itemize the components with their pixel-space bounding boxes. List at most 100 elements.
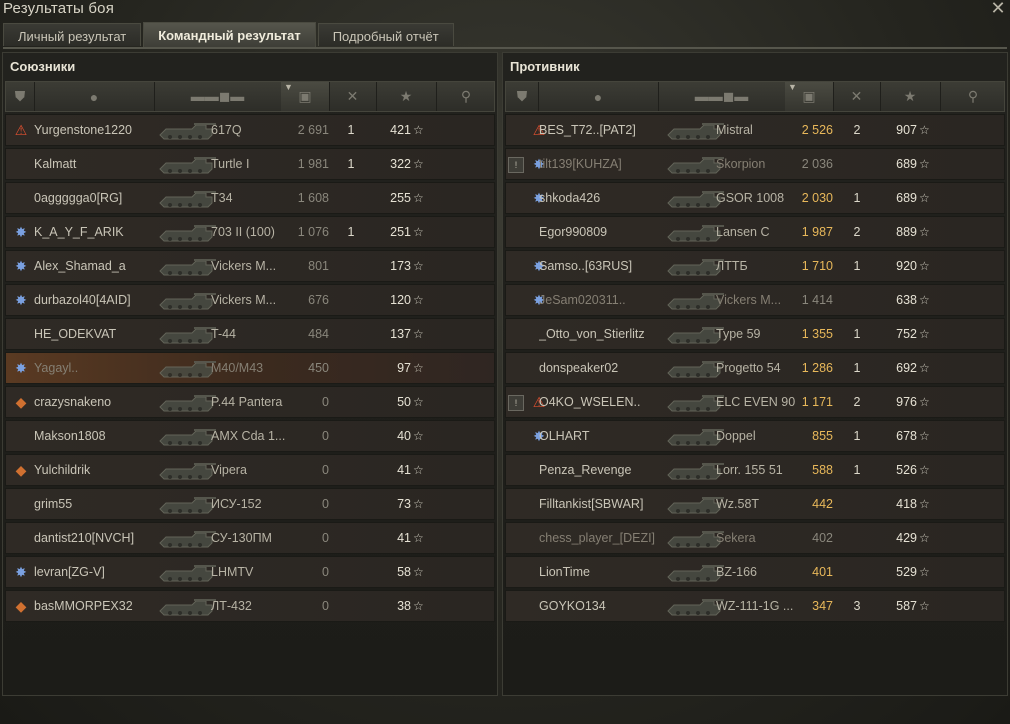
table-row[interactable]: grim55 ИСУ-152 0 73 ☆	[5, 488, 495, 520]
enemies-panel: Противник ⛊ ● ▬▬◼▬ ▼ ▣ ✕ ★ ⚲ ⚠ BES_T72..[P…	[502, 52, 1008, 696]
table-row[interactable]: ✸ OLHART Doppel 855 1 678 ☆	[505, 420, 1005, 452]
tank-name: LHMTV	[211, 565, 254, 579]
table-row[interactable]: ✸ durbazol40[4AID] Vickers M... 676 120 ☆	[5, 284, 495, 316]
enemies-table-header: ⛊ ● ▬▬◼▬ ▼ ▣ ✕ ★ ⚲	[505, 81, 1005, 112]
table-row[interactable]: 0aggggga0[RG] T34 1 608 255 ☆	[5, 182, 495, 214]
player-column-header[interactable]: ●	[538, 82, 659, 111]
tank-icon: ▬▬◼▬	[694, 88, 749, 104]
tank-icon	[156, 593, 216, 619]
table-row[interactable]: ✸ JeSam020311.. Vickers M... 1 414 638 ☆	[505, 284, 1005, 316]
player-column-header[interactable]: ●	[34, 82, 155, 111]
kills-value	[336, 523, 366, 553]
table-row[interactable]: chess_player_[DEZI] Sekera 402 429 ☆	[505, 522, 1005, 554]
damage-column-header[interactable]: ▼ ▣	[281, 82, 330, 111]
player-name: O4KO_WSELEN..	[539, 395, 641, 409]
tank-name: 617Q	[211, 123, 242, 137]
table-row[interactable]: _Otto_von_Stierlitz Type 59 1 355 1 752 ☆	[505, 318, 1005, 350]
damage-icon: ▣	[802, 88, 816, 104]
player-name: OLHART	[539, 429, 590, 443]
tank-column-header[interactable]: ▬▬◼▬	[658, 82, 786, 111]
table-row[interactable]: LionTime BZ-166 401 529 ☆	[505, 556, 1005, 588]
table-row[interactable]: ! ⚠ O4KO_WSELEN.. ELC EVEN 90 1 171 2 976 ☆	[505, 386, 1005, 418]
tank-icon	[156, 151, 216, 177]
xp-column-header[interactable]: ★	[376, 82, 437, 111]
tank-icon	[156, 525, 216, 551]
kills-column-header[interactable]: ✕	[329, 82, 377, 111]
table-row[interactable]: ! ✸ tilt139[KUHZA] Skorpion 2 036 689 ☆	[505, 148, 1005, 180]
player-icon: ●	[593, 88, 603, 105]
kills-value	[336, 591, 366, 621]
table-row[interactable]: ◆ crazysnakeno P.44 Pantera 0 50 ☆	[5, 386, 495, 418]
tank-icon	[156, 321, 216, 347]
table-row[interactable]: ✸ Yagayl.. M40/M43 450 97 ☆	[5, 352, 495, 384]
xp-value: 889	[896, 225, 917, 239]
table-row[interactable]: ◆ basMMORPEX32 ЛТ-432 0 38 ☆	[5, 590, 495, 622]
table-row[interactable]: Egor990809 Lansen C 1 987 2 889 ☆	[505, 216, 1005, 248]
window-title: Результаты боя	[3, 0, 115, 17]
medal-icon: ⚲	[460, 88, 472, 104]
squad-column-header[interactable]: ⛊	[6, 82, 35, 111]
xp-column-header[interactable]: ★	[880, 82, 941, 111]
table-row[interactable]: ⚠ Yurgenstone1220 617Q 2 691 1 421 ☆	[5, 114, 495, 146]
table-row[interactable]: Penza_Revenge Lorr. 155 51 588 1 526 ☆	[505, 454, 1005, 486]
table-row[interactable]: donspeaker02 Progetto 54 1 286 1 692 ☆	[505, 352, 1005, 384]
player-name: GOYKO134	[539, 599, 606, 613]
table-row[interactable]: HE_ODEKVAT T-44 484 137 ☆	[5, 318, 495, 350]
player-name: chess_player_[DEZI]	[539, 531, 656, 545]
kills-value	[842, 285, 872, 315]
tank-column-header[interactable]: ▬▬◼▬	[154, 82, 282, 111]
squad-icon: ⛊	[14, 88, 26, 104]
star-icon: ☆	[919, 191, 930, 205]
table-row[interactable]: ✸ Alex_Shamad_a Vickers M... 801 173 ☆	[5, 250, 495, 282]
xp-value: 137	[390, 327, 411, 341]
table-row[interactable]: ✸ Samso..[63RUS] ЛТТБ 1 710 1 920 ☆	[505, 250, 1005, 282]
tank-icon	[664, 321, 724, 347]
close-icon[interactable]: ✕	[989, 0, 1007, 18]
table-row[interactable]: ⚠ BES_T72..[PAT2] Mistral 2 526 2 907 ☆	[505, 114, 1005, 146]
star-icon: ☆	[413, 531, 424, 545]
kills-value	[336, 251, 366, 281]
table-row[interactable]: dantist210[NVCH] СУ-130ПМ 0 41 ☆	[5, 522, 495, 554]
tank-icon	[156, 457, 216, 483]
player-name: donspeaker02	[539, 361, 619, 375]
tab-detailed-report[interactable]: Подробный отчёт	[317, 23, 454, 46]
tank-icon	[664, 219, 724, 245]
damage-value: 1 981	[297, 157, 329, 171]
tank-name: Wz.58T	[716, 497, 760, 511]
squad-column-header[interactable]: ⛊	[506, 82, 539, 111]
star-icon: ☆	[919, 429, 930, 443]
tank-name: Vickers M...	[211, 293, 277, 307]
table-row[interactable]: Filltankist[SBWAR] Wz.58T 442 418 ☆	[505, 488, 1005, 520]
table-row[interactable]: ✸ shkoda426 GSOR 1008 2 030 1 689 ☆	[505, 182, 1005, 214]
xp-value: 429	[896, 531, 917, 545]
tank-name: ELC EVEN 90	[716, 395, 796, 409]
tank-icon	[156, 423, 216, 449]
medal-column-header[interactable]: ⚲	[436, 82, 496, 111]
table-row[interactable]: ◆ Yulchildrik Vipera 0 41 ☆	[5, 454, 495, 486]
medal-icon: ⚲	[967, 88, 979, 104]
table-row[interactable]: Makson1808 AMX Cda 1... 0 40 ☆	[5, 420, 495, 452]
tank-name: Mistral	[716, 123, 753, 137]
kills-column-header[interactable]: ✕	[833, 82, 881, 111]
star-icon: ☆	[919, 497, 930, 511]
sort-desc-icon: ▼	[788, 82, 797, 92]
kills-value	[336, 421, 366, 451]
tab-team-result[interactable]: Командный результат	[143, 22, 316, 47]
table-row[interactable]: ✸ levran[ZG-V] LHMTV 0 58 ☆	[5, 556, 495, 588]
rank-icon: ◆	[15, 394, 27, 410]
table-row[interactable]: Kalmatt Turtle I1 981 1 322 ☆	[5, 148, 495, 180]
tab-personal-result[interactable]: Личный результат	[3, 23, 142, 46]
medal-column-header[interactable]: ⚲	[940, 82, 1006, 111]
damage-value: 1 608	[297, 191, 329, 205]
player-name: LionTime	[539, 565, 590, 579]
kills-value: 2	[853, 395, 861, 409]
table-row[interactable]: GOYKO134 WZ-111-1G ... 347 3 587 ☆	[505, 590, 1005, 622]
kills-value	[336, 319, 366, 349]
star-icon: ☆	[919, 463, 930, 477]
damage-value: 1 414	[801, 293, 833, 307]
xp-value: 689	[896, 191, 917, 205]
damage-value: 402	[812, 531, 833, 545]
table-row[interactable]: ✸ K_A_Y_F_ARIK 703 II (100) 1 076 1 251 ☆	[5, 216, 495, 248]
tank-name: 703 II (100)	[211, 225, 275, 239]
damage-column-header[interactable]: ▼ ▣	[785, 82, 834, 111]
